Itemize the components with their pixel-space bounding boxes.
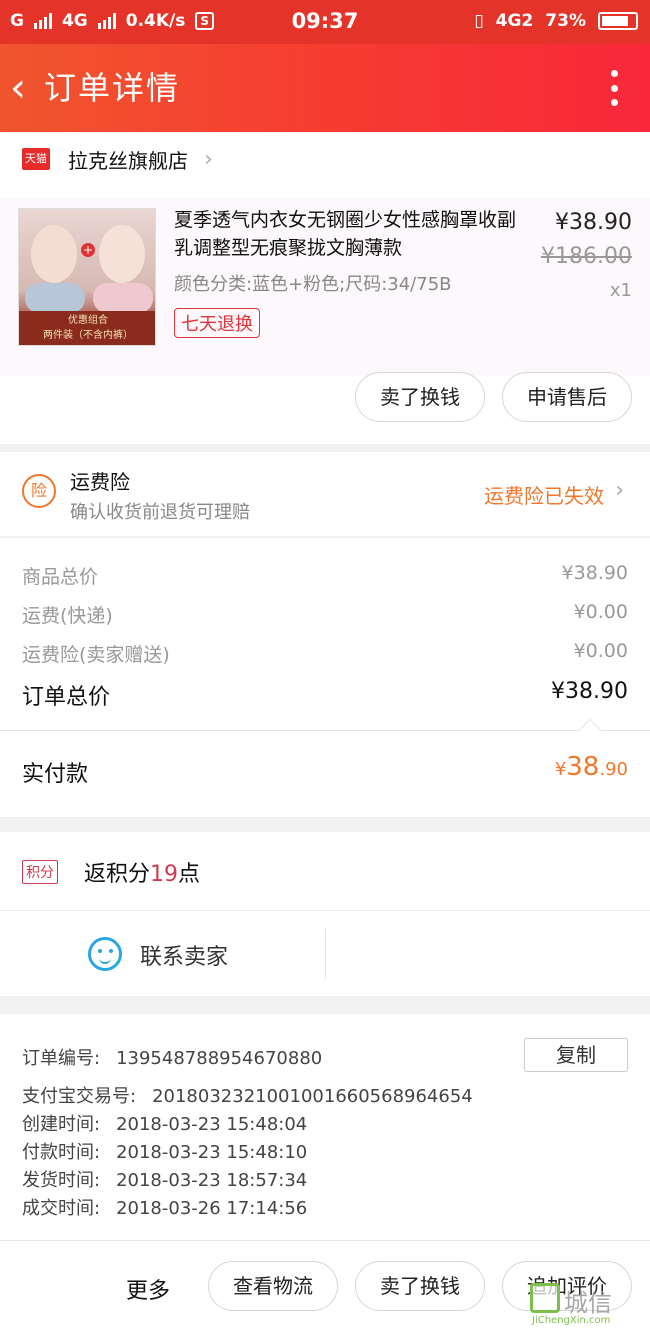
- more-menu-icon[interactable]: [610, 70, 618, 106]
- goods-total-label: 商品总价: [22, 566, 99, 588]
- order-total-value: ¥38.90: [551, 679, 628, 704]
- shop-card: 天猫 拉克丝旗舰店 › + 优惠组合 两件装（不含内裤） 夏季透气内衣女无钢圈少…: [0, 132, 650, 444]
- insurance-icon: 险: [22, 474, 56, 508]
- paid-time-row: 付款时间: 2018-03-23 15:48:10: [22, 1138, 307, 1164]
- closed-time-row: 成交时间: 2018-03-26 17:14:56: [22, 1194, 307, 1220]
- alipay-number-row: 支付宝交易号: 2018032321001001660568964654: [22, 1082, 473, 1108]
- created-label: 创建时间:: [22, 1114, 101, 1135]
- sell-button[interactable]: 卖了换钱: [355, 372, 485, 422]
- points-badge: 积分: [22, 860, 58, 884]
- chat-bubble-icon[interactable]: [88, 937, 122, 971]
- watermark-url: JiChengXin.com: [532, 1315, 611, 1326]
- goods-total-value: ¥38.90: [561, 562, 628, 584]
- closed-time: 2018-03-26 17:14:56: [116, 1198, 308, 1219]
- contact-row: 联系卖家: [0, 910, 650, 996]
- insurance-status: 运费险已失效: [484, 484, 604, 508]
- more-button[interactable]: 更多: [126, 1273, 170, 1305]
- shipping-fee-value: ¥0.00: [573, 601, 628, 623]
- product-quantity: x1: [609, 280, 632, 301]
- order-number-row: 订单编号: 139548788954670880: [22, 1044, 322, 1070]
- order-info: 订单编号: 139548788954670880 复制 支付宝交易号: 201803…: [0, 1014, 650, 1240]
- order-total-row: 订单总价 ¥38.90: [22, 679, 628, 710]
- insurance-fee-value: ¥0.00: [573, 640, 628, 662]
- product-item[interactable]: + 优惠组合 两件装（不含内裤） 夏季透气内衣女无钢圈少女性感胸罩收副乳调整型无…: [0, 198, 650, 376]
- paid-amount: ¥38.90: [554, 752, 628, 782]
- shipped-time: 2018-03-23 18:57:34: [116, 1170, 308, 1191]
- shop-header[interactable]: 天猫 拉克丝旗舰店 ›: [22, 144, 213, 174]
- nav-bar: ‹ 订单详情: [0, 44, 650, 132]
- shipping-fee-label: 运费(快递): [22, 605, 113, 627]
- network-label-right: 4G2: [495, 11, 534, 31]
- vibrate-icon: ▯: [474, 11, 484, 31]
- alipay-label: 支付宝交易号:: [22, 1086, 137, 1107]
- status-bar: G 4G 0.4K/s S 09:37 ▯ 4G2 73%: [0, 0, 650, 44]
- fee-summary: 商品总价 ¥38.90 运费(快递) ¥0.00 运费险(卖家赠送) ¥0.00…: [0, 537, 650, 817]
- watermark-logo-icon: [530, 1283, 560, 1313]
- after-sale-button[interactable]: 申请售后: [502, 372, 632, 422]
- order-number: 139548788954670880: [116, 1048, 323, 1069]
- paid-label: 付款时间:: [22, 1142, 101, 1163]
- page-title: 订单详情: [44, 69, 181, 107]
- points-amount: 19: [150, 862, 179, 887]
- points-text: 返积分19点: [84, 862, 201, 887]
- created-time-row: 创建时间: 2018-03-23 15:48:04: [22, 1110, 307, 1136]
- paid-time: 2018-03-23 15:48:10: [116, 1142, 308, 1163]
- product-thumbnail[interactable]: + 优惠组合 两件装（不含内裤）: [18, 208, 156, 346]
- insurance-title: 运费险: [70, 470, 130, 494]
- shipping-insurance-row[interactable]: 险 运费险 确认收货前退货可理赔 运费险已失效 ›: [0, 452, 650, 536]
- back-icon[interactable]: ‹: [10, 66, 40, 110]
- closed-label: 成交时间:: [22, 1198, 101, 1219]
- divider: [325, 929, 326, 979]
- insurance-fee-row: 运费险(卖家赠送) ¥0.00: [22, 640, 628, 670]
- battery-icon: [598, 12, 638, 30]
- insurance-fee-label: 运费险(卖家赠送): [22, 644, 170, 666]
- product-spec: 颜色分类:蓝色+粉色;尺码:34/75B: [174, 274, 452, 295]
- battery-percent: 73%: [545, 11, 586, 31]
- shipped-time-row: 发货时间: 2018-03-23 18:57:34: [22, 1166, 307, 1192]
- sell-button-bottom[interactable]: 卖了换钱: [355, 1261, 485, 1311]
- created-time: 2018-03-23 15:48:04: [116, 1114, 308, 1135]
- alipay-number: 2018032321001001660568964654: [152, 1086, 473, 1107]
- contact-seller-button[interactable]: 联系卖家: [140, 939, 228, 971]
- thumbnail-banner: 优惠组合 两件装（不含内裤）: [19, 311, 155, 345]
- chevron-right-icon: ›: [615, 478, 624, 503]
- watermark: 城信 JiChengXin.com: [530, 1283, 646, 1327]
- copy-button[interactable]: 复制: [524, 1038, 628, 1072]
- product-title: 夏季透气内衣女无钢圈少女性感胸罩收副乳调整型无痕聚拢文胸薄款: [174, 209, 517, 259]
- chevron-right-icon: ›: [204, 146, 213, 172]
- points-row: 积分 返积分19点: [0, 832, 650, 910]
- divider: [0, 730, 650, 731]
- paid-amount-label: 实付款: [22, 762, 89, 787]
- product-original-price: ¥186.00: [541, 244, 632, 269]
- order-number-label: 订单编号:: [22, 1048, 101, 1069]
- view-logistics-button[interactable]: 查看物流: [208, 1261, 338, 1311]
- product-price: ¥38.90: [555, 210, 632, 235]
- shipping-fee-row: 运费(快递) ¥0.00: [22, 601, 628, 631]
- watermark-text: 城信: [564, 1289, 612, 1317]
- tmall-icon: 天猫: [22, 148, 50, 170]
- return-policy-badge: 七天退换: [174, 308, 260, 338]
- goods-total-row: 商品总价 ¥38.90: [22, 562, 628, 592]
- order-total-label: 订单总价: [22, 685, 111, 710]
- insurance-subtitle: 确认收货前退货可理赔: [70, 502, 250, 523]
- shop-name: 拉克丝旗舰店: [68, 148, 188, 173]
- divider-notch: [578, 718, 602, 742]
- shipped-label: 发货时间:: [22, 1170, 101, 1191]
